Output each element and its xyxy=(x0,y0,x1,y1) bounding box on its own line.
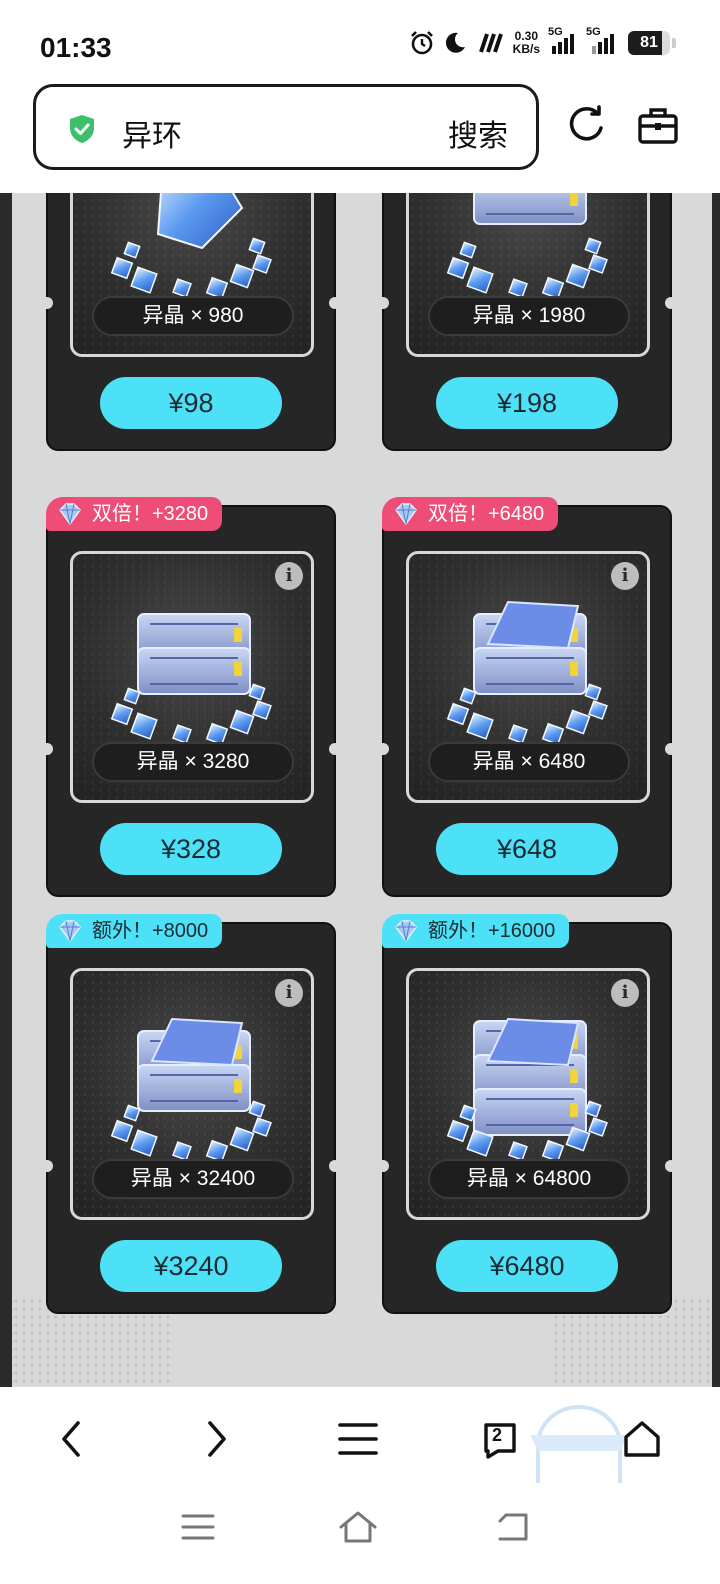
bonus-text: 额外！+8000 xyxy=(92,920,209,942)
bonus-badge: 额外！+8000 xyxy=(46,914,223,948)
product-image-frame: 异晶 × 1980 xyxy=(406,193,650,357)
product-card[interactable]: 异晶 × 980 ¥98 xyxy=(41,193,341,451)
secure-shield-icon xyxy=(70,115,94,143)
crystal-pack-image xyxy=(428,193,628,313)
battery-icon: 81 xyxy=(628,31,670,55)
price-button[interactable]: ¥6480 xyxy=(436,1240,618,1292)
price-button[interactable]: ¥328 xyxy=(100,823,282,875)
mascot-overlay-icon xyxy=(530,1405,628,1483)
clock: 01:33 xyxy=(40,32,112,63)
crystal-pack-image xyxy=(92,193,292,313)
price-button[interactable]: ¥98 xyxy=(100,377,282,429)
signal-sim2-icon: 5G xyxy=(586,26,620,54)
product-card[interactable]: i 异晶 × 32400 ¥3240 额外！+8000 xyxy=(41,914,341,1314)
recent-apps-icon[interactable] xyxy=(180,1511,216,1543)
status-icons: 0.30 KB/s 5G 5G 81 xyxy=(409,26,676,56)
crystal-pack-image xyxy=(428,584,628,759)
search-query-text[interactable]: 异环 xyxy=(122,111,182,155)
price-button[interactable]: ¥198 xyxy=(436,377,618,429)
status-bar: 01:33 0.30 KB/s 5G 5G 81 xyxy=(0,0,720,80)
quantity-label: 异晶 × 1980 xyxy=(428,296,630,336)
product-image-frame: i 异晶 × 6480 xyxy=(406,551,650,803)
bonus-badge: 双倍！+3280 xyxy=(46,497,223,531)
product-card[interactable]: i 异晶 × 6480 ¥648 双倍！+6480 xyxy=(377,497,677,897)
bonus-text: 双倍！+6480 xyxy=(428,503,545,525)
system-home-icon[interactable] xyxy=(338,1509,378,1545)
crystal-icon xyxy=(392,501,420,527)
product-card[interactable]: 异晶 × 1980 ¥198 xyxy=(377,193,677,451)
product-card[interactable]: i 异晶 × 3280 ¥328 双倍！+3280 xyxy=(41,497,341,897)
quantity-label: 异晶 × 32400 xyxy=(92,1159,294,1199)
recharge-store-page: 异晶 × 980 ¥98 异晶 × 1980 ¥198 i 异晶 × 3280 ¥328 双倍… xyxy=(0,193,720,1387)
do-not-disturb-moon-icon xyxy=(445,32,465,53)
product-image-frame: i 异晶 × 64800 xyxy=(406,968,650,1220)
product-image-frame: i 异晶 × 3280 xyxy=(70,551,314,803)
quantity-label: 异晶 × 6480 xyxy=(428,742,630,782)
product-image-frame: 异晶 × 980 xyxy=(70,193,314,357)
bonus-text: 双倍！+3280 xyxy=(92,503,209,525)
crystal-icon xyxy=(56,501,84,527)
search-button[interactable]: 搜索 xyxy=(448,111,508,155)
price-button[interactable]: ¥3240 xyxy=(100,1240,282,1292)
home-icon[interactable] xyxy=(620,1417,664,1461)
brand-mode-icon xyxy=(478,33,503,53)
back-icon[interactable] xyxy=(50,1417,94,1461)
crystal-pack-image xyxy=(428,1001,628,1176)
bonus-text: 额外！+16000 xyxy=(428,920,556,942)
crystal-icon xyxy=(392,918,420,944)
system-nav-bar xyxy=(0,1487,720,1584)
info-icon[interactable]: i xyxy=(275,562,303,590)
forward-icon[interactable] xyxy=(194,1417,238,1461)
info-icon[interactable]: i xyxy=(611,562,639,590)
tab-count: 2 xyxy=(492,1425,503,1445)
bonus-badge: 双倍！+6480 xyxy=(382,497,559,531)
address-search-bar[interactable]: 异环 搜索 xyxy=(33,84,539,170)
system-back-icon[interactable] xyxy=(496,1511,532,1543)
quantity-label: 异晶 × 980 xyxy=(92,296,294,336)
product-image-frame: i 异晶 × 32400 xyxy=(70,968,314,1220)
alarm-icon xyxy=(410,31,433,55)
quantity-label: 异晶 × 64800 xyxy=(428,1159,630,1199)
toolbox-icon[interactable] xyxy=(636,104,680,148)
quantity-label: 异晶 × 3280 xyxy=(92,742,294,782)
info-icon[interactable]: i xyxy=(611,979,639,1007)
product-card[interactable]: i 异晶 × 64800 ¥6480 额外！+16000 xyxy=(377,914,677,1314)
crystal-pack-image xyxy=(92,584,292,759)
crystal-pack-image xyxy=(92,1001,292,1176)
browser-bottom-nav: 2 xyxy=(0,1387,720,1487)
refresh-icon[interactable] xyxy=(564,104,608,148)
menu-icon[interactable] xyxy=(336,1417,380,1461)
crystal-icon xyxy=(56,918,84,944)
info-icon[interactable]: i xyxy=(275,979,303,1007)
price-button[interactable]: ¥648 xyxy=(436,823,618,875)
network-speed: 0.30 KB/s xyxy=(512,29,540,56)
signal-sim1-icon: 5G xyxy=(548,26,578,54)
bonus-badge: 额外！+16000 xyxy=(382,914,570,948)
